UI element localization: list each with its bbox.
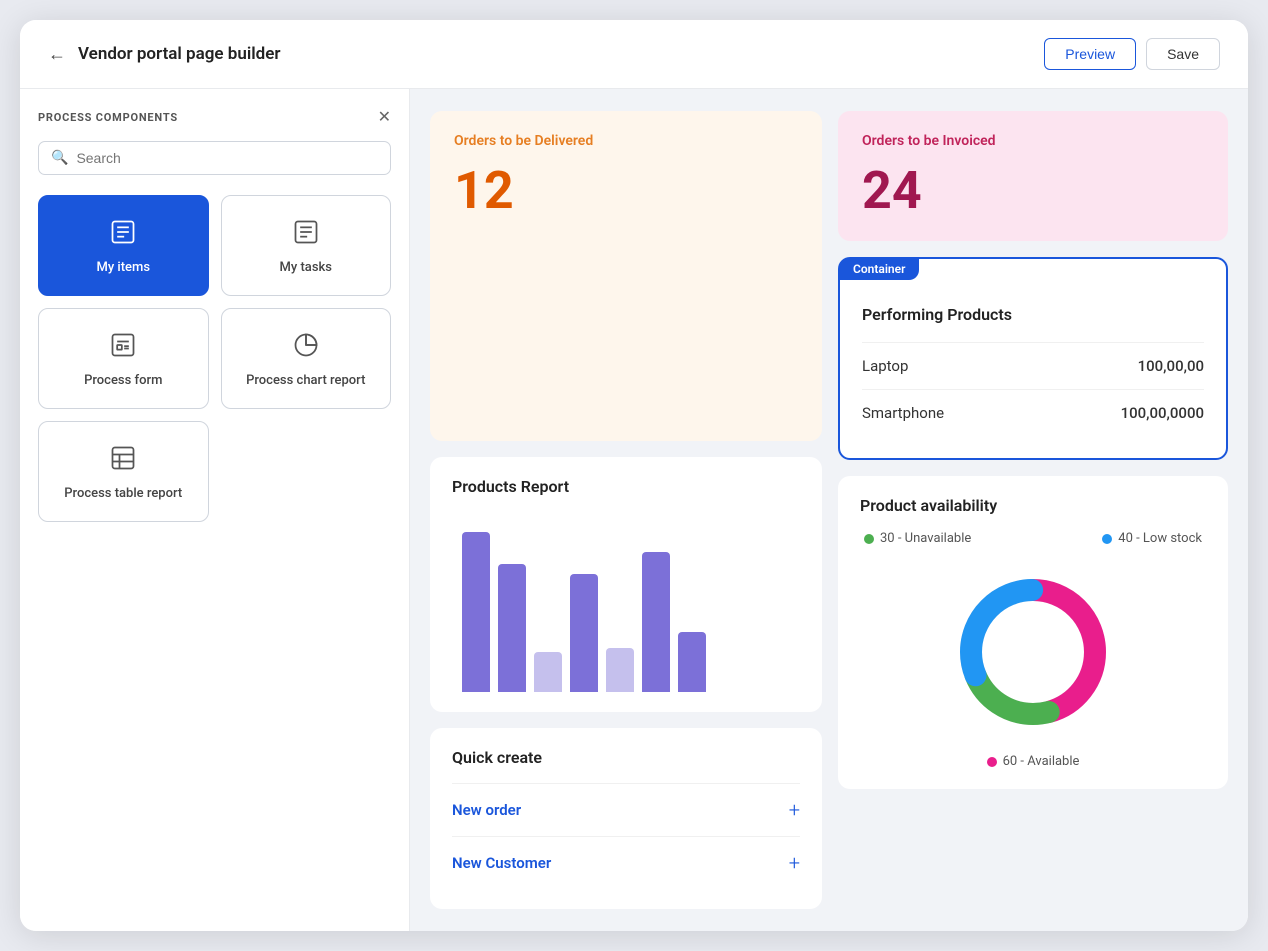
canvas-right: Orders to be Invoiced 24 Container Perfo… (838, 111, 1228, 909)
legend-low-stock: 40 - Low stock (1102, 531, 1202, 546)
legend-dot-green (864, 534, 874, 544)
bar-5-light (606, 648, 634, 692)
preview-button[interactable]: Preview (1044, 38, 1136, 70)
bar-group-6 (642, 552, 670, 692)
process-form-label: Process form (84, 373, 162, 390)
kpi-deliver-card: Orders to be Delivered 12 (430, 111, 822, 441)
container-content: Performing Products Laptop 100,00,00 Sma… (840, 259, 1226, 458)
product-smartphone: Smartphone (862, 404, 944, 422)
donut-chart (943, 562, 1123, 742)
component-process-table[interactable]: Process table report (38, 421, 209, 522)
search-input[interactable] (76, 150, 378, 166)
bar-chart (452, 512, 800, 692)
performing-title: Performing Products (862, 305, 1204, 324)
product-laptop-value: 100,00,00 (1138, 357, 1204, 375)
quick-create-new-customer[interactable]: New Customer + (452, 836, 800, 889)
header-actions: Preview Save (1044, 38, 1220, 70)
kpi-invoice-card: Orders to be Invoiced 24 (838, 111, 1228, 241)
new-customer-plus-icon: + (789, 851, 800, 875)
process-table-label: Process table report (64, 486, 182, 503)
search-icon: 🔍 (51, 150, 68, 166)
my-items-icon (109, 218, 137, 250)
legend-available: 60 - Available (987, 754, 1080, 769)
bar-7-dark (678, 632, 706, 692)
legend-dot-pink (987, 757, 997, 767)
header: ← Vendor portal page builder Preview Sav… (20, 20, 1248, 89)
product-smartphone-value: 100,00,0000 (1121, 404, 1204, 422)
quick-create-title: Quick create (452, 748, 800, 767)
back-button[interactable]: ← (48, 44, 66, 65)
donut-container: 30 - Unavailable 40 - Low stock (860, 531, 1206, 769)
sidebar-header: PROCESS COMPONENTS ✕ (38, 109, 391, 125)
process-chart-label: Process chart report (246, 373, 365, 390)
search-box[interactable]: 🔍 (38, 141, 391, 175)
products-report-card: Products Report (430, 457, 822, 712)
new-customer-label: New Customer (452, 854, 551, 872)
bar-1-dark (462, 532, 490, 692)
legend-unavailable-label: 30 - Unavailable (880, 531, 971, 546)
bar-group-7 (678, 632, 706, 692)
products-report-title: Products Report (452, 477, 800, 496)
legend-available-label: 60 - Available (1003, 754, 1080, 769)
components-grid: My items My tasks (38, 195, 391, 522)
bar-2-dark (498, 564, 526, 692)
main-layout: PROCESS COMPONENTS ✕ 🔍 (20, 89, 1248, 931)
container-badge: Container (839, 258, 919, 280)
canvas-left: Orders to be Delivered 12 Products Repor… (430, 111, 822, 909)
quick-create-card: Quick create New order + New Customer + (430, 728, 822, 909)
kpi-invoice-label: Orders to be Invoiced (862, 133, 1204, 149)
page-title: Vendor portal page builder (78, 44, 281, 64)
performing-products-container: Container Performing Products Laptop 100… (838, 257, 1228, 460)
bar-group-4 (570, 574, 598, 692)
bar-4-dark (570, 574, 598, 692)
my-tasks-label: My tasks (280, 260, 332, 277)
bar-6-dark (642, 552, 670, 692)
product-availability-card: Product availability 30 - Unavailable 40… (838, 476, 1228, 789)
my-tasks-icon (292, 218, 320, 250)
bar-group-5 (606, 648, 634, 692)
header-left: ← Vendor portal page builder (48, 44, 281, 65)
new-order-label: New order (452, 801, 521, 819)
canvas: Orders to be Delivered 12 Products Repor… (410, 89, 1248, 931)
performing-row-laptop: Laptop 100,00,00 (862, 342, 1204, 389)
kpi-invoice-value: 24 (862, 165, 1204, 217)
legend-dot-blue (1102, 534, 1112, 544)
availability-title: Product availability (860, 496, 1206, 515)
component-process-chart[interactable]: Process chart report (221, 308, 392, 409)
bar-group-2 (498, 564, 526, 692)
process-chart-icon (292, 331, 320, 363)
kpi-deliver-label: Orders to be Delivered (454, 133, 798, 149)
component-my-tasks[interactable]: My tasks (221, 195, 392, 296)
new-order-plus-icon: + (789, 798, 800, 822)
quick-create-new-order[interactable]: New order + (452, 783, 800, 836)
close-sidebar-button[interactable]: ✕ (378, 109, 391, 125)
bar-group-3 (534, 652, 562, 692)
bar-3-light (534, 652, 562, 692)
donut-legend-top: 30 - Unavailable 40 - Low stock (860, 531, 1206, 546)
performing-row-smartphone: Smartphone 100,00,0000 (862, 389, 1204, 436)
legend-low-stock-label: 40 - Low stock (1118, 531, 1202, 546)
kpi-deliver-value: 12 (454, 165, 798, 217)
sidebar: PROCESS COMPONENTS ✕ 🔍 (20, 89, 410, 931)
my-items-label: My items (96, 260, 150, 277)
save-button[interactable]: Save (1146, 38, 1220, 70)
process-form-icon (109, 331, 137, 363)
bar-group-1 (462, 532, 490, 692)
legend-unavailable: 30 - Unavailable (864, 531, 971, 546)
component-process-form[interactable]: Process form (38, 308, 209, 409)
process-table-icon (109, 444, 137, 476)
app-window: ← Vendor portal page builder Preview Sav… (20, 20, 1248, 931)
component-my-items[interactable]: My items (38, 195, 209, 296)
sidebar-section-title: PROCESS COMPONENTS (38, 111, 178, 124)
product-laptop: Laptop (862, 357, 908, 375)
